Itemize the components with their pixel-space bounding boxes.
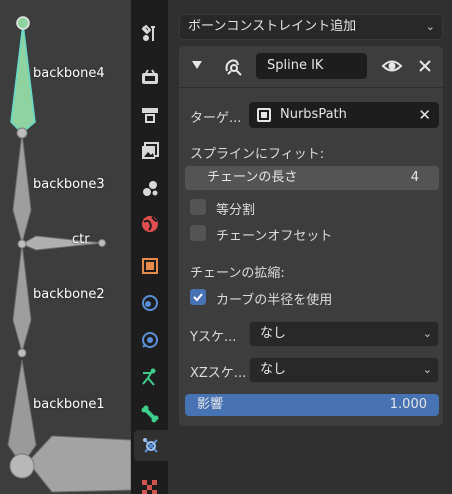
bone-label-backbone4: backbone4 [33,66,105,81]
bone-tip-joint-selected [16,16,30,30]
target-value: NurbsPath [280,107,347,122]
target-field[interactable]: NurbsPath ✕ [249,102,439,128]
xz-scale-dropdown[interactable]: なし ⌄ [249,357,439,383]
tab-tool[interactable] [134,18,165,49]
tab-modifier[interactable] [134,287,165,318]
object-icon [257,108,271,122]
constraint-name-field[interactable]: Spline IK [256,53,367,79]
bone-label-backbone2: backbone2 [33,287,105,302]
influence-value: 1.000 [389,397,427,412]
bone-constraint-icon [143,437,158,453]
tab-physics[interactable] [134,324,165,355]
chain-length-label: チェーンの長さ [207,170,298,185]
output-icon [141,107,158,123]
bone-joint [17,239,27,249]
chevron-down-icon: ⌄ [422,363,432,376]
object-icon [141,257,158,274]
properties-panel: ボーンコンストレイント追加 ⌄ Spline IK ターゲ... NurbsPa… [168,0,452,494]
chain-offset-label: チェーンオフセット [216,229,333,244]
chain-length-field[interactable]: チェーンの長さ 4 [185,166,439,190]
y-scale-dropdown[interactable]: なし ⌄ [249,321,439,347]
texture-icon [141,479,157,494]
view-layer-icon [141,141,159,159]
render-icon [141,68,158,84]
add-bone-constraint-dropdown[interactable]: ボーンコンストレイント追加 ⌄ [179,14,443,40]
bone-backbone2-shape [12,243,32,354]
use-curve-radius-label: カーブの半径を使用 [216,293,333,308]
3d-viewport[interactable]: backbone4 backbone3 ctr backbone2 backbo… [0,0,131,494]
chain-length-value: 4 [410,170,419,185]
fit-section-label: スプラインにフィット: [190,147,325,162]
tab-bone[interactable] [134,398,165,429]
use-curve-radius-checkbox[interactable] [190,289,206,305]
y-scale-value: なし [260,326,287,341]
bone-backbone4-shape [10,23,36,135]
add-bone-constraint-label: ボーンコンストレイント追加 [188,19,357,34]
chevron-down-icon: ⌄ [422,327,432,340]
object-data-armature-icon [141,368,155,386]
tab-texture[interactable] [134,472,165,494]
bone-joint [17,348,27,358]
checkmark-icon [193,293,203,302]
bone-icon [141,405,158,422]
bone-backbone1-shape [7,359,37,466]
constraint-panel: Spline IK ターゲ... NurbsPath ✕ スプラインにフィット:… [179,46,443,426]
tool-icon [141,24,155,41]
scene-icon [142,180,157,196]
constraint-header: Spline IK [179,46,443,88]
chain-scaling-section-label: チェーンの拡縮: [190,266,285,281]
even-divisions-checkbox[interactable] [190,199,206,215]
influence-label: 影響 [197,397,224,412]
xz-scale-label: XZスケ... [190,366,247,381]
bone-head-joint [9,453,35,479]
xz-scale-value: なし [260,362,287,377]
chain-offset-checkbox[interactable] [190,225,206,241]
target-label: ターゲ... [190,111,242,126]
tab-view-layer[interactable] [134,135,165,166]
physics-icon [141,331,158,348]
bone-label-backbone3: backbone3 [33,177,105,192]
bone-label-ctr: ctr [72,232,90,247]
properties-tab-strip [131,0,168,494]
tab-render[interactable] [134,61,165,92]
even-divisions-label: 等分割 [216,203,256,218]
tab-world[interactable] [134,208,165,239]
tab-object[interactable] [134,250,165,281]
world-icon [141,215,158,232]
spline-ik-icon [225,59,242,76]
close-icon[interactable] [416,57,434,75]
tab-bone-constraint[interactable] [134,430,168,461]
eye-icon[interactable] [381,55,403,77]
bone-joint [98,239,106,247]
bone-ctr-shape [20,235,103,251]
bone-backbone3-shape [12,132,32,245]
y-scale-label: Yスケ... [190,330,237,345]
clear-icon[interactable]: ✕ [418,102,431,128]
modifier-icon [141,294,158,311]
tab-armature-data[interactable] [134,361,165,392]
bone-extra-shape [27,435,131,493]
chevron-down-icon: ⌄ [425,20,435,33]
bone-joint [16,127,28,139]
influence-slider[interactable]: 影響 1.000 [185,394,439,416]
bone-label-backbone1: backbone1 [33,397,105,412]
tab-output[interactable] [134,99,165,130]
tab-scene[interactable] [134,172,165,203]
collapse-triangle-icon[interactable] [191,59,203,71]
